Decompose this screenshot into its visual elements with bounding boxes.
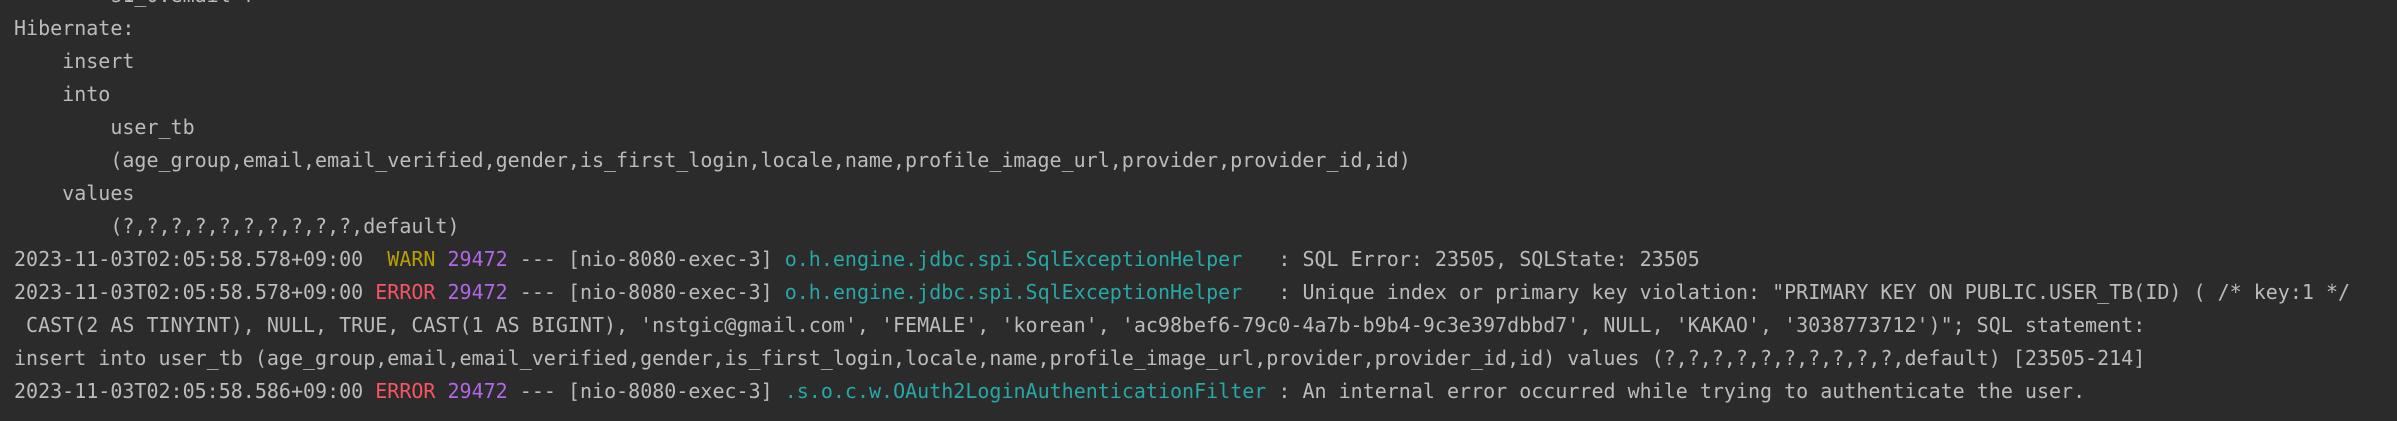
log-message: : SQL Error: 23505, SQLState: 23505 — [1266, 247, 1700, 271]
log-separator: --- — [507, 247, 568, 271]
console-output[interactable]: s1_0.email=? Hibernate: insert into user… — [14, 0, 2350, 408]
sql-line: into — [14, 82, 111, 106]
log-separator: --- — [507, 379, 568, 403]
log-separator: --- — [507, 280, 568, 304]
log-logger-link[interactable]: .s.o.c.w.OAuth2LoginAuthenticationFilter — [785, 379, 1267, 403]
log-level: ERROR — [375, 379, 436, 403]
log-thread: [nio-8080-exec-3] — [567, 247, 773, 271]
log-entry-error: 2023-11-03T02:05:58.586+09:00 ERROR 2947… — [14, 375, 2350, 408]
log-entry-warn: 2023-11-03T02:05:58.578+09:00 WARN 29472… — [14, 243, 2350, 276]
log-timestamp: 2023-11-03T02:05:58.578+09:00 — [14, 280, 364, 304]
log-level: ERROR — [375, 280, 436, 304]
log-pid: 29472 — [447, 247, 508, 271]
log-timestamp: 2023-11-03T02:05:58.586+09:00 — [14, 379, 364, 403]
log-logger-link[interactable]: o.h.engine.jdbc.spi.SqlExceptionHelper — [785, 280, 1267, 304]
log-level: WARN — [375, 247, 436, 271]
log-message: : Unique index or primary key violation:… — [1266, 280, 2351, 304]
sql-line: (?,?,?,?,?,?,?,?,?,?,default) — [14, 214, 460, 238]
log-pid: 29472 — [447, 379, 508, 403]
sql-line: Hibernate: — [14, 16, 147, 40]
log-thread: [nio-8080-exec-3] — [567, 379, 773, 403]
log-pid: 29472 — [447, 280, 508, 304]
sql-line: (age_group,email,email_verified,gender,i… — [14, 148, 1423, 172]
log-entry-error: 2023-11-03T02:05:58.578+09:00 ERROR 2947… — [14, 276, 2350, 309]
log-thread: [nio-8080-exec-3] — [567, 280, 773, 304]
sql-line: s1_0.email=? — [14, 0, 2350, 12]
log-message: : An internal error occurred while tryin… — [1266, 379, 2086, 403]
log-continuation: insert into user_tb (age_group,email,ema… — [14, 346, 2146, 370]
sql-line: insert — [14, 49, 147, 73]
log-timestamp: 2023-11-03T02:05:58.578+09:00 — [14, 247, 364, 271]
log-logger-link[interactable]: o.h.engine.jdbc.spi.SqlExceptionHelper — [785, 247, 1267, 271]
sql-line: user_tb — [14, 115, 195, 139]
log-continuation: CAST(2 AS TINYINT), NULL, TRUE, CAST(1 A… — [14, 313, 2146, 337]
sql-line: values — [14, 181, 135, 205]
